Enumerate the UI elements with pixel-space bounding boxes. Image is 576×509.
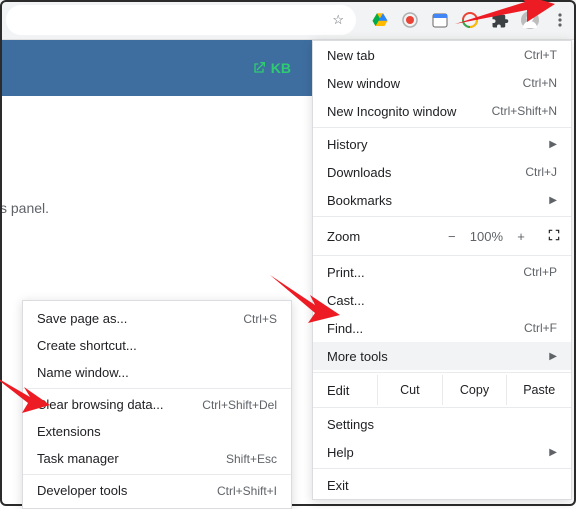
- menu-label: Help: [327, 445, 354, 460]
- annotation-arrow-icon: [0, 375, 52, 418]
- menu-print[interactable]: Print... Ctrl+P: [313, 258, 571, 286]
- chevron-right-icon: ▶: [549, 447, 557, 458]
- menu-history[interactable]: History ▶: [313, 130, 571, 158]
- submenu-task-manager[interactable]: Task manager Shift+Esc: [23, 445, 291, 472]
- menu-settings[interactable]: Settings: [313, 410, 571, 438]
- menu-shortcut: Ctrl+Shift+N: [492, 104, 557, 118]
- chevron-right-icon: ▶: [549, 139, 557, 150]
- menu-new-window[interactable]: New window Ctrl+N: [313, 69, 571, 97]
- menu-shortcut: Ctrl+N: [523, 76, 557, 90]
- menu-separator: [23, 474, 291, 475]
- page-body-text: s panel.: [0, 200, 49, 216]
- drive-icon[interactable]: [370, 10, 390, 30]
- chrome-main-menu: New tab Ctrl+T New window Ctrl+N New Inc…: [312, 40, 572, 500]
- submenu-developer-tools[interactable]: Developer tools Ctrl+Shift+I: [23, 477, 291, 504]
- menu-label: New Incognito window: [327, 104, 456, 119]
- menu-new-incognito[interactable]: New Incognito window Ctrl+Shift+N: [313, 97, 571, 125]
- submenu-extensions[interactable]: Extensions: [23, 418, 291, 445]
- menu-separator: [313, 255, 571, 256]
- menu-label: New tab: [327, 48, 375, 63]
- menu-separator: [313, 468, 571, 469]
- zoom-in-button[interactable]: +: [509, 229, 533, 244]
- zoom-label: Zoom: [327, 229, 440, 244]
- submenu-save-page[interactable]: Save page as... Ctrl+S: [23, 305, 291, 332]
- menu-label: More tools: [327, 349, 388, 364]
- record-icon[interactable]: [400, 10, 420, 30]
- menu-separator: [23, 388, 291, 389]
- menu-shortcut: Ctrl+J: [525, 165, 557, 179]
- menu-downloads[interactable]: Downloads Ctrl+J: [313, 158, 571, 186]
- menu-label: Clear browsing data...: [37, 397, 163, 412]
- page-header: KB: [0, 40, 312, 96]
- menu-label: Bookmarks: [327, 193, 392, 208]
- menu-separator: [313, 407, 571, 408]
- menu-label: Developer tools: [37, 483, 127, 498]
- menu-shortcut: Ctrl+F: [524, 321, 557, 335]
- menu-label: Settings: [327, 417, 374, 432]
- star-icon[interactable]: ☆: [332, 12, 344, 28]
- menu-label: Task manager: [37, 451, 119, 466]
- menu-label: Save page as...: [37, 311, 127, 326]
- submenu-create-shortcut[interactable]: Create shortcut...: [23, 332, 291, 359]
- submenu-clear-browsing-data[interactable]: Clear browsing data... Ctrl+Shift+Del: [23, 391, 291, 418]
- menu-separator: [313, 372, 571, 373]
- address-bar[interactable]: ☆: [6, 5, 356, 35]
- menu-shortcut: Shift+Esc: [226, 452, 277, 466]
- menu-label: History: [327, 137, 367, 152]
- zoom-value: 100%: [470, 229, 503, 244]
- menu-edit-row: Edit Cut Copy Paste: [313, 375, 571, 405]
- kb-label: KB: [271, 60, 291, 76]
- menu-separator: [313, 127, 571, 128]
- menu-shortcut: Ctrl+T: [524, 48, 557, 62]
- edit-label: Edit: [313, 383, 377, 398]
- chevron-right-icon: ▶: [549, 351, 557, 362]
- menu-label: Exit: [327, 478, 349, 493]
- cut-button[interactable]: Cut: [377, 375, 442, 405]
- menu-new-tab[interactable]: New tab Ctrl+T: [313, 41, 571, 69]
- annotation-arrow-icon: [455, 0, 555, 37]
- calendar-icon[interactable]: [430, 10, 450, 30]
- menu-find[interactable]: Find... Ctrl+F: [313, 314, 571, 342]
- menu-separator: [313, 216, 571, 217]
- paste-button[interactable]: Paste: [506, 375, 571, 405]
- fullscreen-icon[interactable]: [547, 228, 561, 245]
- submenu-name-window[interactable]: Name window...: [23, 359, 291, 386]
- kb-button[interactable]: KB: [250, 59, 292, 77]
- menu-shortcut: Ctrl+P: [523, 265, 557, 279]
- menu-cast[interactable]: Cast...: [313, 286, 571, 314]
- menu-more-tools[interactable]: More tools ▶: [313, 342, 571, 370]
- copy-button[interactable]: Copy: [442, 375, 507, 405]
- more-tools-submenu: Save page as... Ctrl+S Create shortcut..…: [22, 300, 292, 509]
- menu-label: Create shortcut...: [37, 338, 137, 353]
- menu-shortcut: Ctrl+Shift+I: [217, 484, 277, 498]
- chevron-right-icon: ▶: [549, 195, 557, 206]
- menu-zoom: Zoom − 100% +: [313, 219, 571, 253]
- menu-help[interactable]: Help ▶: [313, 438, 571, 466]
- annotation-arrow-icon: [270, 275, 340, 328]
- menu-bookmarks[interactable]: Bookmarks ▶: [313, 186, 571, 214]
- menu-shortcut: Ctrl+Shift+Del: [202, 398, 277, 412]
- menu-exit[interactable]: Exit: [313, 471, 571, 499]
- menu-label: Downloads: [327, 165, 391, 180]
- menu-label: New window: [327, 76, 400, 91]
- zoom-out-button[interactable]: −: [440, 229, 464, 244]
- menu-label: Extensions: [37, 424, 101, 439]
